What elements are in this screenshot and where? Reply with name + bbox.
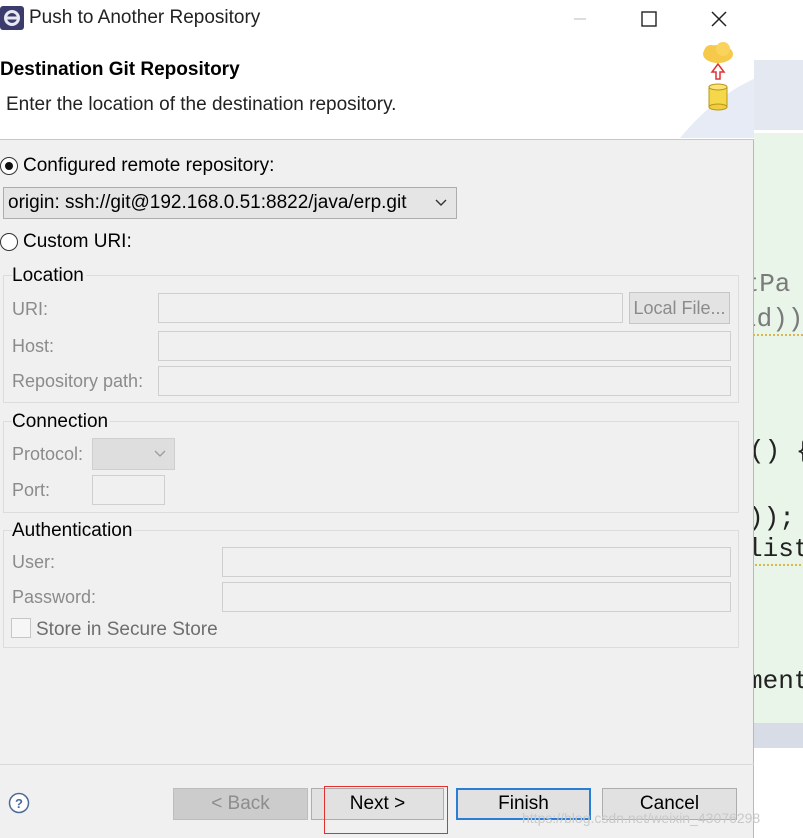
code-line: () { — [754, 436, 803, 466]
maximize-button[interactable] — [625, 0, 673, 38]
code-line: ment — [754, 666, 803, 696]
chevron-down-icon — [435, 199, 447, 206]
connection-group-label: Connection — [12, 411, 111, 433]
page-title: Destination Git Repository — [0, 59, 240, 80]
window-title: Push to Another Repository — [29, 7, 261, 28]
protocol-label: Protocol: — [12, 444, 84, 464]
code-line: ld)) — [754, 304, 803, 336]
store-secure-label: Store in Secure Store — [36, 619, 218, 640]
uri-input[interactable] — [158, 293, 623, 323]
password-label: Password: — [12, 587, 97, 607]
code-line: stPa — [754, 269, 791, 299]
uri-label: URI: — [12, 299, 48, 319]
host-label: Host: — [12, 336, 55, 356]
title-bar: Push to Another Repository — [0, 0, 754, 38]
repository-path-label: Repository path: — [12, 371, 144, 391]
port-input[interactable] — [92, 475, 165, 505]
svg-text:?: ? — [15, 796, 23, 811]
authentication-group-label: Authentication — [12, 520, 135, 542]
configured-remote-option[interactable]: Configured remote repository: — [0, 155, 274, 177]
push-dialog: Push to Another Repository Destination G… — [0, 0, 754, 838]
page-description: Enter the location of the destination re… — [6, 94, 397, 115]
local-file-button[interactable]: Local File... — [629, 292, 730, 324]
configured-remote-radio[interactable] — [0, 157, 18, 175]
editor-code-area — [754, 133, 803, 723]
user-label: User: — [12, 552, 56, 572]
custom-uri-option[interactable]: Custom URI: — [0, 231, 132, 253]
user-input[interactable] — [222, 547, 731, 577]
host-input[interactable] — [158, 331, 731, 361]
wizard-header: Destination Git Repository Enter the loc… — [0, 38, 754, 140]
chevron-down-icon — [154, 450, 166, 457]
location-group-label: Location — [12, 265, 86, 287]
watermark: https://blog.csdn.net/weixin_43076298 — [522, 810, 761, 826]
close-icon — [711, 11, 727, 27]
editor-scrollbar — [754, 723, 803, 748]
configured-remote-label: Configured remote repository: — [23, 155, 275, 176]
minimize-button[interactable] — [556, 0, 604, 38]
background-editor: stPa ld)) () { )); list ment — [754, 0, 803, 838]
editor-tab-strip — [754, 60, 803, 130]
store-secure-checkbox[interactable] — [11, 618, 31, 638]
password-input[interactable] — [222, 582, 731, 612]
footer-separator — [0, 764, 754, 765]
cloud-upload-database-icon — [703, 42, 733, 111]
custom-uri-label: Custom URI: — [23, 231, 132, 252]
close-button[interactable] — [695, 0, 743, 38]
repository-path-input[interactable] — [158, 366, 731, 396]
help-icon[interactable]: ? — [8, 792, 30, 814]
next-button[interactable]: Next > — [311, 788, 444, 820]
back-button[interactable]: < Back — [173, 788, 308, 820]
code-line: )); — [754, 503, 795, 533]
custom-uri-radio[interactable] — [0, 233, 18, 251]
code-line: list — [754, 534, 803, 566]
remote-repository-value: origin: ssh://git@192.168.0.51:8822/java… — [8, 192, 407, 213]
protocol-select[interactable] — [92, 438, 175, 470]
eclipse-icon — [0, 6, 24, 30]
remote-repository-select[interactable]: origin: ssh://git@192.168.0.51:8822/java… — [3, 187, 457, 219]
port-label: Port: — [12, 480, 51, 500]
minimize-icon — [574, 18, 586, 20]
maximize-icon — [641, 11, 657, 27]
